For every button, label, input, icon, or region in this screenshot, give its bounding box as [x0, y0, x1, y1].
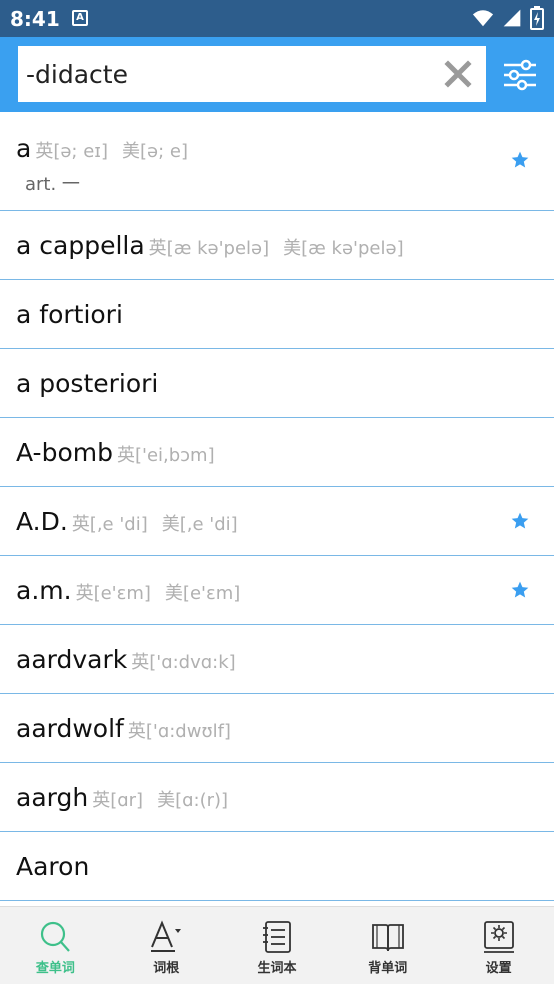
clear-icon[interactable] — [444, 60, 472, 88]
entry-uk-phonetic: 英['ei,bɔm] — [116, 445, 215, 466]
entry-uk-phonetic: 英[ɑr] — [92, 790, 144, 811]
entry-word: a cappella — [16, 231, 145, 260]
entry-word: a posteriori — [16, 369, 159, 398]
entry-word: A-bomb — [16, 438, 113, 467]
star-icon[interactable] — [510, 511, 530, 531]
entry-word: aargh — [16, 783, 89, 812]
entry-word: Aaron — [16, 852, 90, 881]
list-item[interactable]: a 英[ə; eɪ] 美[ə; e] art. 一 — [0, 112, 554, 211]
entry-uk-phonetic: 英[,e 'di] — [71, 514, 148, 535]
search-input[interactable] — [26, 46, 426, 102]
entry-uk-phonetic: 英['ɑ:dwʊlf] — [127, 721, 231, 742]
settings-icon — [483, 921, 514, 953]
list-item[interactable]: aardvark 英['ɑ:dvɑ:k] — [0, 625, 554, 694]
list-item[interactable]: aardwolf 英['ɑ:dwʊlf] — [0, 694, 554, 763]
entry-uk-phonetic: 英[æ kə'pelə] — [148, 238, 270, 259]
nav-label: 设置 — [485, 961, 512, 976]
book-icon — [371, 924, 404, 952]
status-icons — [472, 6, 544, 30]
battery-icon — [530, 6, 544, 30]
entry-us-phonetic: 美[e'ɛm] — [164, 583, 241, 604]
nav-tab-settings[interactable]: 设置 — [443, 907, 554, 984]
entry-us-phonetic: 美[ɑ:(r)] — [157, 790, 229, 811]
entry-word: a fortiori — [16, 300, 123, 329]
wifi-icon — [472, 10, 494, 27]
font-icon — [151, 920, 182, 952]
entry-word: aardwolf — [16, 714, 124, 743]
entry-word: A.D. — [16, 507, 68, 536]
entry-us-phonetic: 美[,e 'di] — [161, 514, 238, 535]
entry-word: a.m. — [16, 576, 72, 605]
star-icon[interactable] — [510, 150, 530, 170]
entry-word: a — [16, 134, 32, 163]
notebook-icon — [262, 921, 291, 953]
word-list: a 英[ə; eɪ] 美[ə; e] art. 一 a cappella 英[æ kə… — [0, 112, 554, 901]
entry-us-phonetic: 美[ə; e] — [122, 141, 188, 162]
search-box — [18, 46, 486, 102]
nav-tab-memorize[interactable]: 背单词 — [332, 907, 443, 984]
nav-label: 词根 — [153, 961, 180, 976]
nav-label: 背单词 — [368, 961, 408, 976]
nav-label: 生词本 — [257, 961, 297, 976]
entry-us-phonetic: 美[æ kə'pelə] — [283, 238, 404, 259]
list-item[interactable]: a cappella 英[æ kə'pelə] 美[æ kə'pelə] — [0, 211, 554, 280]
signal-icon — [503, 9, 521, 27]
entry-word: aardvark — [16, 645, 128, 674]
star-icon[interactable] — [510, 580, 530, 600]
list-item[interactable]: a.m. 英[e'ɛm] 美[e'ɛm] — [0, 556, 554, 625]
entry-uk-phonetic: 英[ə; eɪ] — [35, 141, 108, 162]
bottom-nav: 查单词 词根 生词本 背单词 设置 — [0, 906, 554, 984]
list-item[interactable]: A.D. 英[,e 'di] 美[,e 'di] — [0, 487, 554, 556]
nav-tab-roots[interactable]: 词根 — [111, 907, 222, 984]
status-time: 8:41 — [10, 7, 60, 31]
list-item[interactable]: a posteriori — [0, 349, 554, 418]
search-header — [0, 37, 554, 112]
filter-settings-icon[interactable] — [502, 57, 538, 93]
entry-definition: art. 一 — [25, 174, 80, 195]
search-icon — [41, 921, 71, 952]
app-notification-icon: A — [72, 10, 88, 26]
entry-uk-phonetic: 英[e'ɛm] — [75, 583, 151, 604]
nav-label: 查单词 — [35, 961, 75, 976]
status-bar: 8:41 A — [0, 0, 554, 37]
list-item[interactable]: aargh 英[ɑr] 美[ɑ:(r)] — [0, 763, 554, 832]
list-item[interactable]: A-bomb 英['ei,bɔm] — [0, 418, 554, 487]
entry-uk-phonetic: 英['ɑ:dvɑ:k] — [131, 652, 236, 673]
list-item[interactable]: a fortiori — [0, 280, 554, 349]
nav-tab-lookup[interactable]: 查单词 — [0, 907, 111, 984]
nav-tab-vocab-book[interactable]: 生词本 — [222, 907, 333, 984]
list-item[interactable]: Aaron — [0, 832, 554, 901]
